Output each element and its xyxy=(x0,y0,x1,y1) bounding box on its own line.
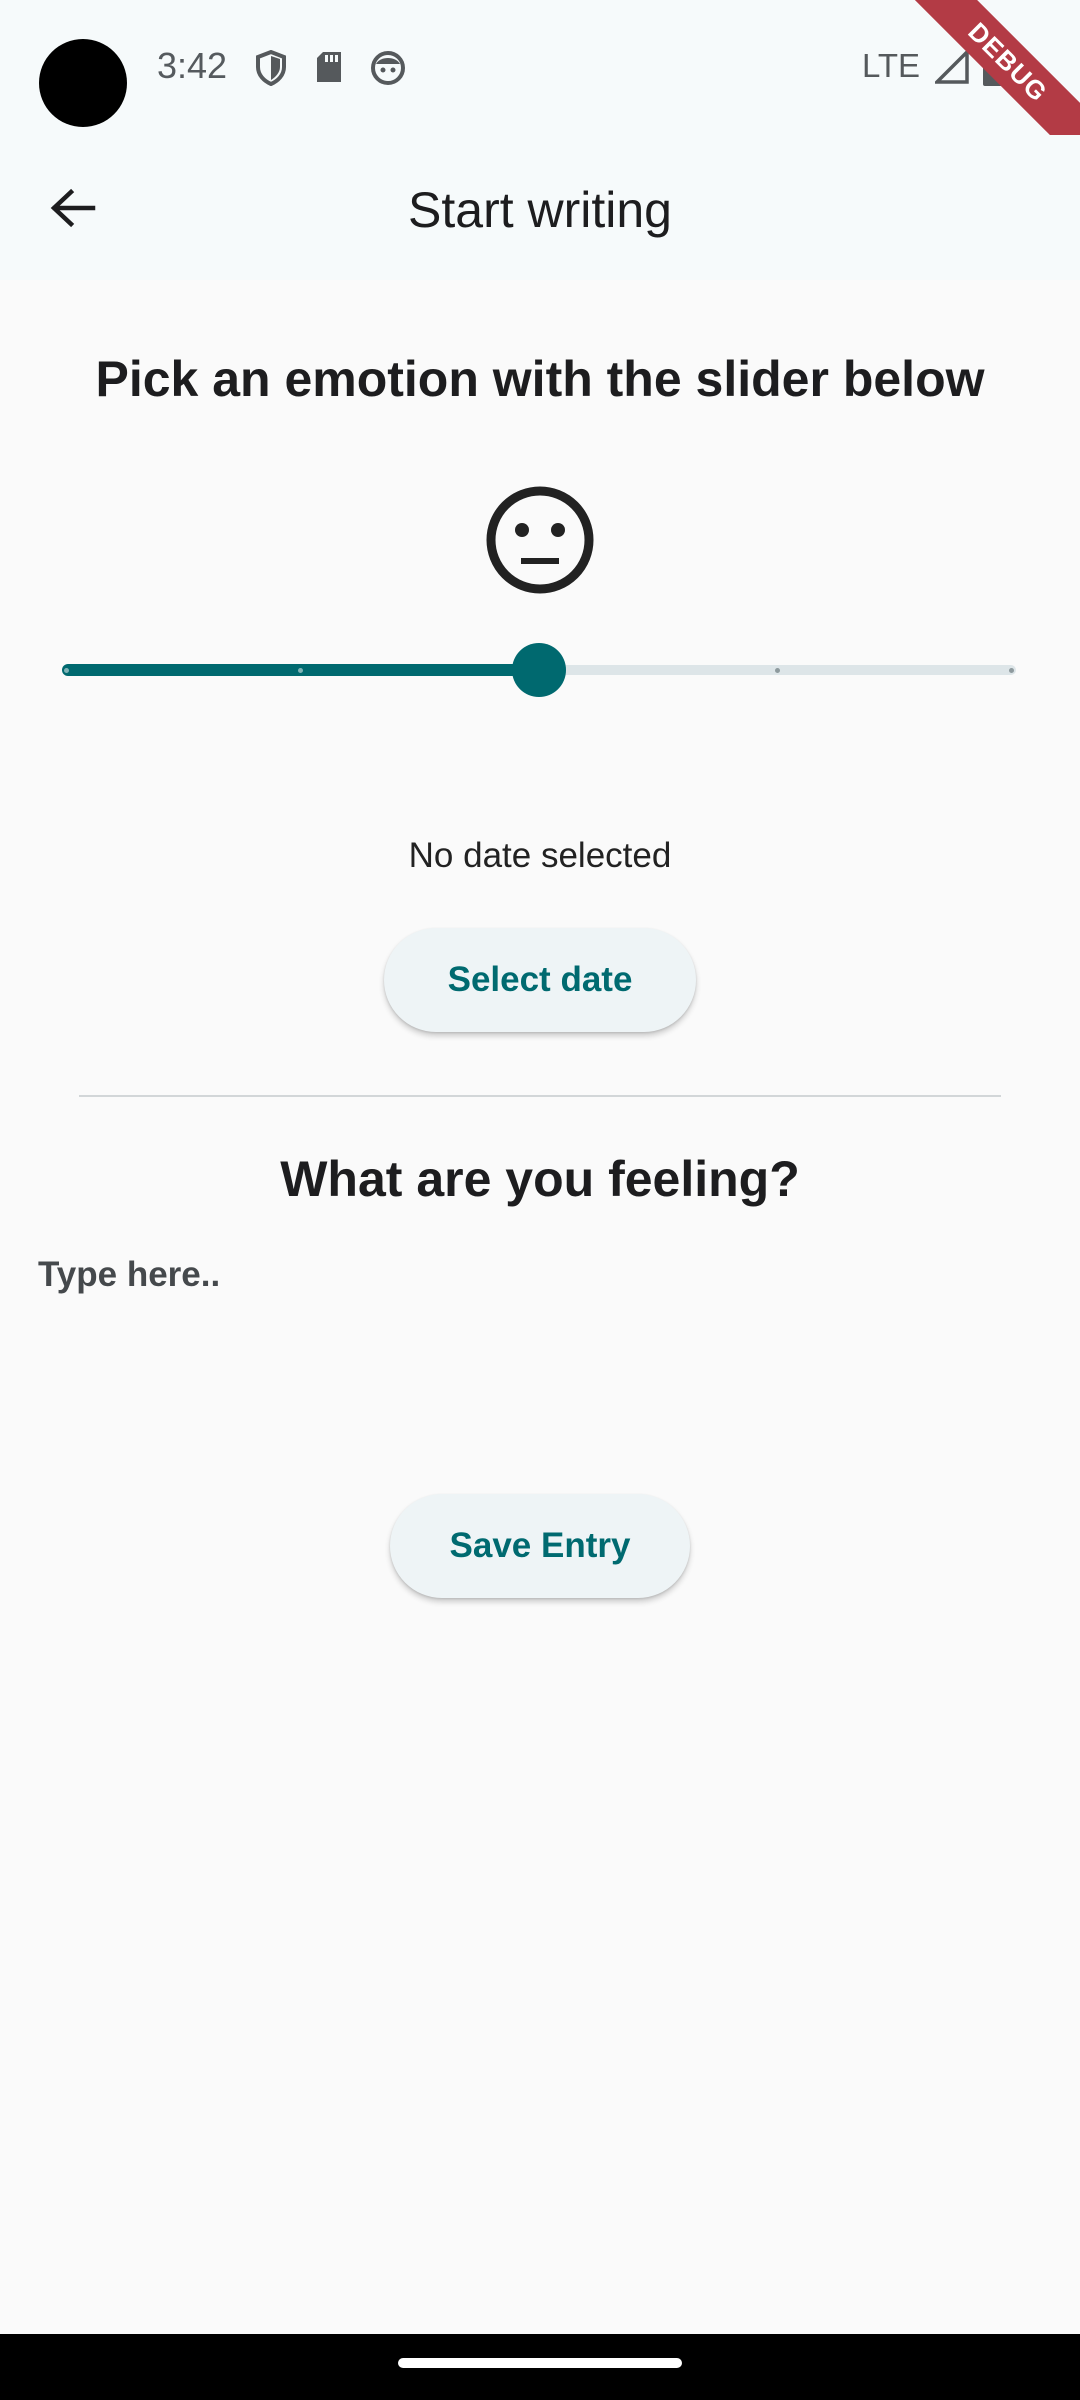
feeling-heading: What are you feeling? xyxy=(280,1151,800,1207)
network-type: LTE xyxy=(862,47,921,84)
neutral-face-icon xyxy=(485,485,595,595)
slider-tick xyxy=(298,668,303,673)
date-status: No date selected xyxy=(408,836,672,875)
status-time: 3:42 xyxy=(157,45,228,86)
feeling-input[interactable]: Type here.. xyxy=(38,1255,1038,1315)
slider-tick xyxy=(775,668,780,673)
divider xyxy=(79,1095,1001,1097)
slider-thumb[interactable] xyxy=(512,643,566,697)
app-bar: Start writing xyxy=(0,135,1080,280)
select-date-button[interactable]: Select date xyxy=(384,928,696,1032)
sd-card-icon xyxy=(315,50,343,89)
shield-icon xyxy=(255,49,287,91)
slider-tick xyxy=(64,668,69,673)
save-entry-button[interactable]: Save Entry xyxy=(390,1494,690,1598)
camera-cutout xyxy=(39,39,127,127)
signal-icon xyxy=(932,47,969,89)
page-title: Start writing xyxy=(408,182,672,238)
status-bar: 3:42 LTE DEBUG xyxy=(0,0,1080,177)
emotion-heading: Pick an emotion with the slider below xyxy=(95,351,985,407)
face-icon xyxy=(370,50,406,91)
feeling-input-placeholder: Type here.. xyxy=(38,1255,221,1294)
slider-tick xyxy=(1009,668,1014,673)
home-gesture-handle[interactable] xyxy=(398,2358,682,2368)
emotion-slider[interactable] xyxy=(62,643,1016,697)
